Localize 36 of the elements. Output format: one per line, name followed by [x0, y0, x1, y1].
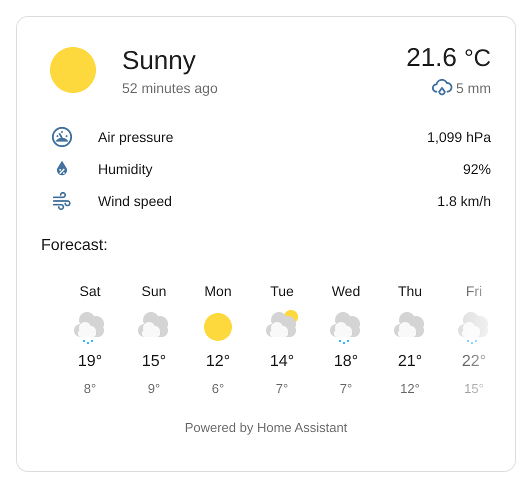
- temperature-value: 21.6 °C: [406, 41, 491, 74]
- day-label: Tue: [270, 283, 294, 299]
- high-temperature: 15°: [142, 353, 166, 371]
- day-label: Thu: [398, 283, 422, 299]
- high-temperature: 21°: [398, 353, 422, 371]
- low-temperature: 8°: [84, 381, 96, 396]
- high-temperature: 12°: [206, 353, 230, 371]
- attribute-label: Humidity: [98, 161, 154, 177]
- high-temperature: 22°: [462, 353, 486, 371]
- day-label: Fri: [466, 283, 482, 299]
- sun-icon: [49, 46, 97, 94]
- attribute-value: 1.8 km/h: [437, 193, 491, 209]
- forecast-title: Forecast:: [41, 237, 109, 255]
- day-label: Sun: [142, 283, 166, 299]
- attribute-value: 1,099 hPa: [427, 129, 491, 145]
- attribute-label: Air pressure: [98, 129, 174, 145]
- low-temperature: 9°: [148, 381, 160, 396]
- attribution-text: Powered by Home Assistant: [184, 420, 348, 435]
- low-temperature: 7°: [340, 381, 352, 396]
- day-label: Sat: [79, 283, 100, 299]
- attribute-label: Wind speed: [98, 193, 173, 209]
- high-temperature: 14°: [270, 353, 294, 371]
- low-temperature: 6°: [212, 381, 224, 396]
- attribute-value: 92%: [462, 161, 491, 177]
- low-temperature: 7°: [276, 381, 288, 396]
- low-temperature: 15°: [464, 381, 484, 396]
- high-temperature: 19°: [78, 353, 102, 371]
- wind-icon: [51, 190, 73, 212]
- high-temperature: 18°: [334, 353, 358, 371]
- gauge-icon: [51, 126, 73, 148]
- precipitation-value: 5 mm: [456, 80, 491, 96]
- low-temperature: 12°: [400, 381, 420, 396]
- day-label: Wed: [332, 283, 360, 299]
- day-label: Mon: [204, 283, 232, 299]
- condition-text: Sunny: [122, 44, 197, 76]
- updated-time: 52 minutes ago: [122, 80, 219, 96]
